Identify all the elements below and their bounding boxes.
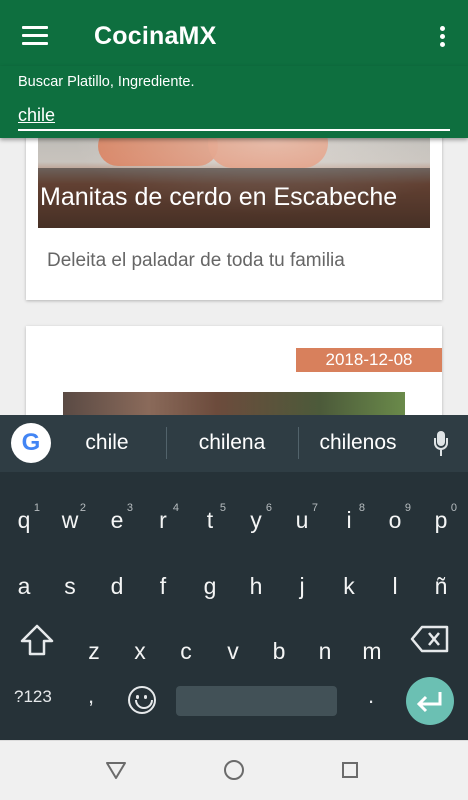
key-label: t <box>206 507 214 533</box>
key-label: o <box>388 507 402 533</box>
key-label: r <box>159 507 167 533</box>
suggestion-bar: G chile chilena chilenos <box>0 415 468 472</box>
key-q[interactable]: q1 <box>4 495 44 545</box>
symbols-key[interactable]: ?123 <box>14 687 52 707</box>
suggestion-divider <box>166 427 167 459</box>
key-hint: 7 <box>311 502 318 514</box>
key-label: u <box>295 507 309 533</box>
nav-recents-icon[interactable] <box>342 762 358 778</box>
search-area: Buscar Platillo, Ingrediente. <box>0 66 468 138</box>
key-t[interactable]: t5 <box>190 495 230 545</box>
search-label: Buscar Platillo, Ingrediente. <box>18 74 195 90</box>
backspace-icon[interactable] <box>410 624 450 654</box>
key-hint: 5 <box>219 502 226 514</box>
suggestion-chip[interactable]: chilena <box>176 431 288 455</box>
key-h[interactable]: h <box>236 561 276 611</box>
key-l[interactable]: l <box>375 561 415 611</box>
suggestion-divider <box>298 427 299 459</box>
key-hint: 2 <box>79 502 86 514</box>
key-hint: 9 <box>404 502 411 514</box>
key-u[interactable]: u7 <box>282 495 322 545</box>
key-label: e <box>110 507 124 533</box>
recipe-title: Manitas de cerdo en Escabeche <box>40 183 398 211</box>
date-badge: 2018-12-08 <box>296 348 442 372</box>
google-g-icon[interactable]: G <box>11 423 51 463</box>
key-k[interactable]: k <box>329 561 369 611</box>
key-label: q <box>17 507 31 533</box>
key-v[interactable]: v <box>213 626 253 676</box>
key-p[interactable]: p0 <box>421 495 461 545</box>
key-z[interactable]: z <box>74 626 114 676</box>
key-label: p <box>434 507 448 533</box>
recipe-list: Manitas de cerdo en Escabeche Deleita el… <box>0 138 468 418</box>
emoji-icon[interactable] <box>128 686 156 714</box>
nav-back-icon[interactable] <box>104 758 128 787</box>
key-j[interactable]: j <box>282 561 322 611</box>
more-vert-icon[interactable] <box>440 26 446 48</box>
key-r[interactable]: r4 <box>143 495 183 545</box>
key-label: y <box>250 507 262 533</box>
key-i[interactable]: i8 <box>329 495 369 545</box>
recipe-card[interactable]: 2018-12-08 <box>26 326 442 418</box>
key-e[interactable]: e3 <box>97 495 137 545</box>
comma-key[interactable]: , <box>88 683 94 709</box>
search-input[interactable] <box>18 101 450 131</box>
suggestion-chip[interactable]: chile <box>62 431 152 455</box>
key-label: i <box>346 507 352 533</box>
shift-icon[interactable] <box>18 622 56 658</box>
key-d[interactable]: d <box>97 561 137 611</box>
key-hint: 6 <box>265 502 272 514</box>
nav-home-icon[interactable] <box>224 760 244 780</box>
space-key[interactable] <box>176 686 337 716</box>
key-f[interactable]: f <box>143 561 183 611</box>
key-w[interactable]: w2 <box>50 495 90 545</box>
period-key[interactable]: . <box>368 683 374 709</box>
key-x[interactable]: x <box>120 626 160 676</box>
key-hint: 3 <box>126 502 133 514</box>
key-hint: 8 <box>358 502 365 514</box>
suggestion-chip[interactable]: chilenos <box>302 431 414 455</box>
key-b[interactable]: b <box>259 626 299 676</box>
key-m[interactable]: m <box>352 626 392 676</box>
key-hint: 1 <box>33 502 40 514</box>
mic-icon[interactable] <box>434 431 448 457</box>
key-y[interactable]: y6 <box>236 495 276 545</box>
key-ñ[interactable]: ñ <box>421 561 461 611</box>
key-n[interactable]: n <box>305 626 345 676</box>
recipe-card[interactable]: Manitas de cerdo en Escabeche Deleita el… <box>26 138 442 300</box>
key-hint: 4 <box>172 502 179 514</box>
key-a[interactable]: a <box>4 561 44 611</box>
hamburger-icon[interactable] <box>22 26 48 46</box>
key-c[interactable]: c <box>166 626 206 676</box>
key-g[interactable]: g <box>190 561 230 611</box>
key-o[interactable]: o9 <box>375 495 415 545</box>
system-nav-bar <box>0 740 468 800</box>
recipe-description: Deleita el paladar de toda tu familia <box>47 250 345 271</box>
app-title: CocinaMX <box>94 22 217 50</box>
key-hint: 0 <box>450 502 457 514</box>
key-label: w <box>61 507 79 533</box>
enter-icon[interactable] <box>406 677 454 725</box>
app-bar: CocinaMX <box>0 0 468 74</box>
key-s[interactable]: s <box>50 561 90 611</box>
soft-keyboard: G chile chilena chilenos ?123 , . q1w2e3… <box>0 415 468 740</box>
